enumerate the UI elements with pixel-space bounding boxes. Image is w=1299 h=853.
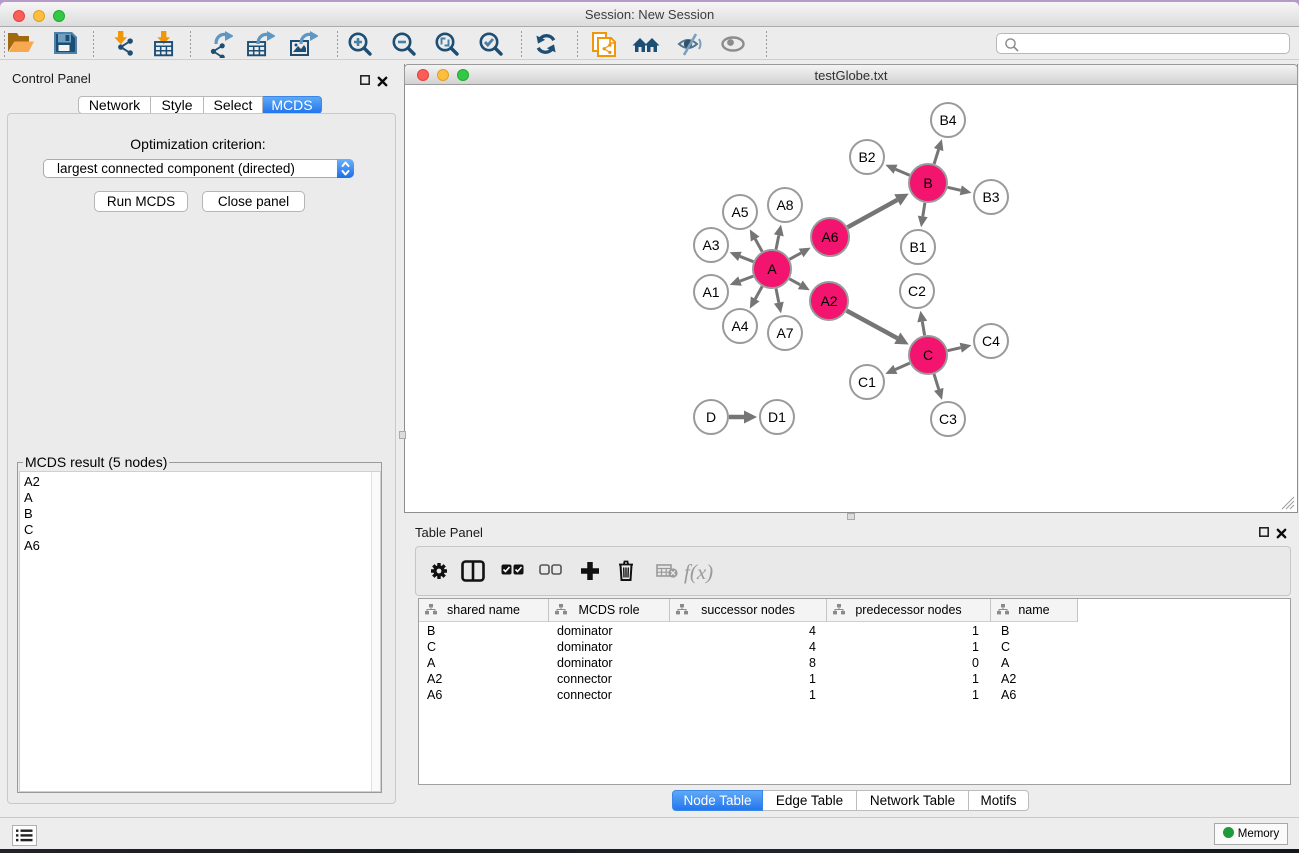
svg-text:A3: A3 xyxy=(702,237,719,253)
svg-text:A7: A7 xyxy=(776,325,793,341)
svg-text:A4: A4 xyxy=(731,318,748,334)
svg-text:D: D xyxy=(706,409,716,425)
svg-text:B2: B2 xyxy=(858,149,875,165)
svg-text:A6: A6 xyxy=(821,229,838,245)
svg-text:C3: C3 xyxy=(939,411,957,427)
svg-text:C4: C4 xyxy=(982,333,1000,349)
svg-text:A5: A5 xyxy=(731,204,748,220)
svg-text:C1: C1 xyxy=(858,374,876,390)
svg-text:C: C xyxy=(923,347,933,363)
svg-text:B4: B4 xyxy=(939,112,956,128)
svg-text:B3: B3 xyxy=(982,189,999,205)
svg-text:D1: D1 xyxy=(768,409,786,425)
svg-text:A8: A8 xyxy=(776,197,793,213)
svg-text:C2: C2 xyxy=(908,283,926,299)
svg-text:A1: A1 xyxy=(702,284,719,300)
svg-text:A: A xyxy=(767,261,777,277)
svg-text:B: B xyxy=(923,175,932,191)
svg-text:B1: B1 xyxy=(909,239,926,255)
svg-text:A2: A2 xyxy=(820,293,837,309)
